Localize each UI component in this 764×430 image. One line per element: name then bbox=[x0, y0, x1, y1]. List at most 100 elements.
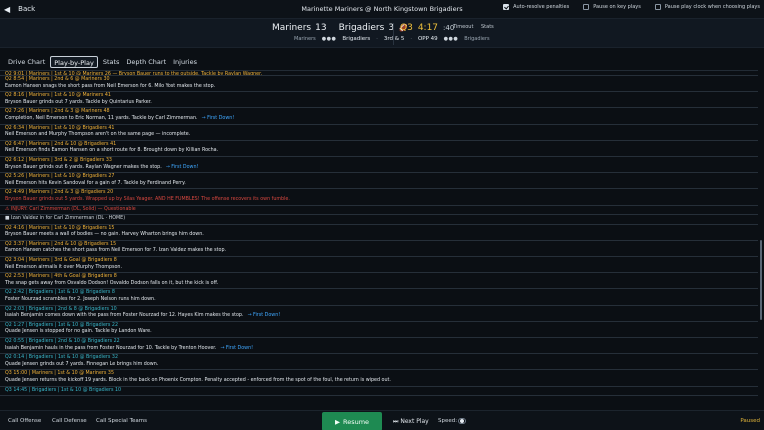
play-description: Completion, Neil Emerson to Eric Norman,… bbox=[5, 116, 754, 123]
toggle-label: Pause play clock when choosing plays bbox=[664, 4, 760, 10]
away-score-name: Mariners bbox=[272, 23, 312, 33]
play-description: Eamon Hansen snags the short pass from N… bbox=[5, 84, 754, 91]
first-down-badge: → First Down! bbox=[247, 313, 281, 319]
pause-on-key-plays-toggle[interactable]: Pause on key plays bbox=[583, 4, 641, 10]
tab-stats[interactable]: Stats bbox=[101, 56, 122, 68]
play-entry: Q2 6:34 | Mariners | 1st & 10 @ Brigadie… bbox=[0, 125, 758, 141]
speed-label: Speed: bbox=[438, 418, 458, 424]
timeout-button[interactable]: Timeout bbox=[453, 24, 473, 30]
injury-notice: ⚠ INJURY: Carl Zimmerman (DL, Solid) — Q… bbox=[0, 206, 758, 216]
play-header: Q2 2:53 | Mariners | 4th & Goal @ Brigad… bbox=[5, 274, 117, 280]
play-description: Bryson Bauer meets a wall of bodies — no… bbox=[5, 232, 754, 239]
tab-injuries[interactable]: Injuries bbox=[171, 56, 199, 68]
clock-time: 4:17 bbox=[417, 23, 439, 33]
play-text: Bryson Bauer grinds out 7 yards. Tackle … bbox=[5, 99, 152, 105]
play-header: Q2 4:49 | Mariners | 2nd & 3 @ Brigadier… bbox=[5, 190, 114, 196]
speed-knob[interactable] bbox=[460, 419, 464, 423]
scoreboard: Mariners 13 Brigadiers 3 🏈 Q3 4:17 :40 T… bbox=[0, 18, 764, 48]
bottom-bar: Call Offense Call Defense Call Special T… bbox=[0, 410, 764, 430]
play-entry: Q2 5:26 | Mariners | 1st & 10 @ Brigadie… bbox=[0, 173, 758, 190]
stats-button[interactable]: Stats bbox=[481, 24, 494, 30]
play-text: Quade Jensen grinds out 7 yards. Finnega… bbox=[5, 361, 159, 367]
checkbox[interactable] bbox=[583, 4, 590, 10]
back-button[interactable]: ◀ Back bbox=[4, 5, 35, 14]
call-defense-button[interactable]: Call Defense bbox=[52, 418, 87, 424]
play-header: Q2 8:16 | Mariners | 1st & 10 @ Mariners… bbox=[5, 93, 111, 99]
play-icon: ▶ bbox=[334, 417, 340, 426]
play-description: Eamon Hansen catches the short pass from… bbox=[5, 248, 754, 255]
play-text: Neil Emerson finds Eamon Hansen on a sho… bbox=[5, 148, 219, 154]
next-play-button[interactable]: ⏭ Next Play bbox=[393, 418, 429, 426]
play-header: Q2 6:12 | Mariners | 3rd & 2 @ Brigadier… bbox=[5, 157, 112, 163]
substitution-notice: ■ Izan Valdez in for Carl Zimmerman (DL … bbox=[0, 215, 758, 225]
away-team-name: Marinette Mariners bbox=[301, 5, 363, 13]
speed-toggle[interactable] bbox=[458, 418, 466, 424]
play-text: The snap gets away from Osvaldo Dodson! … bbox=[5, 280, 219, 286]
play-entry: Q2 4:16 | Mariners | 1st & 10 @ Brigadie… bbox=[0, 225, 758, 241]
play-text: Eamon Hansen snags the short pass from N… bbox=[5, 83, 216, 89]
settings-toggles: Auto-resolve penalties Pause on key play… bbox=[503, 4, 760, 10]
game-situation: Mariners ●●● Brigadiers · 3rd & 5 · OPP … bbox=[294, 36, 490, 42]
play-header: Q3 14:45 | Brigadiers | 1st & 10 @ Briga… bbox=[5, 387, 122, 393]
call-special-teams-button[interactable]: Call Special Teams bbox=[96, 418, 147, 424]
toggle-label: Auto-resolve penalties bbox=[513, 4, 570, 10]
play-entry: Q2 2:42 | Brigadiers | 1st & 10 @ Brigad… bbox=[0, 289, 758, 306]
play-text: Isaiah Benjamin hauls in the pass from F… bbox=[5, 345, 217, 351]
skip-icon: ⏭ bbox=[393, 418, 399, 425]
game-clock: Q3 4:17 :40 bbox=[400, 23, 454, 33]
home-score-name: Brigadiers bbox=[338, 23, 385, 33]
play-entry: Q2 0:55 | Brigadiers | 2nd & 10 @ Brigad… bbox=[0, 338, 758, 355]
play-text: Bryson Bauer grinds out 6 yards. Raylan … bbox=[5, 164, 162, 170]
call-offense-button[interactable]: Call Offense bbox=[8, 418, 41, 424]
away-score: 13 bbox=[315, 23, 327, 33]
play-header: Q2 0:14 | Brigadiers | 1st & 10 @ Brigad… bbox=[5, 355, 119, 361]
away-short-name: Mariners bbox=[294, 36, 316, 42]
play-description: Foster Nourzad scrambles for 2. Joseph N… bbox=[5, 297, 754, 304]
play-text: Neil Emerson airmails it over Murphy Tho… bbox=[5, 264, 122, 270]
tab-depth-chart[interactable]: Depth Chart bbox=[124, 56, 168, 68]
quarter: Q3 bbox=[400, 23, 413, 33]
play-entry: Q2 3:37 | Mariners | 2nd & 10 @ Brigadie… bbox=[0, 241, 758, 258]
home-team-name: North Kingstown Brigadiers bbox=[373, 5, 463, 13]
checkbox[interactable] bbox=[654, 4, 661, 10]
play-header: Q2 5:26 | Mariners | 1st & 10 @ Brigadie… bbox=[5, 174, 115, 180]
play-entry: Q2 7:26 | Mariners | 2nd & 3 @ Mariners … bbox=[0, 108, 758, 125]
play-text: Quade Jensen is stopped for no gain. Tac… bbox=[5, 329, 152, 335]
play-entry: Q2 3:04 | Mariners | 3rd & Goal @ Brigad… bbox=[0, 257, 758, 274]
play-description: Quade Jensen returns the kickoff 19 yard… bbox=[5, 378, 754, 385]
away-timeouts: ●●● bbox=[321, 36, 337, 42]
tab-drive-chart[interactable]: Drive Chart bbox=[6, 56, 47, 68]
play-header: Q2 7:26 | Mariners | 2nd & 3 @ Mariners … bbox=[5, 109, 110, 115]
auto-resolve-penalties-toggle[interactable]: Auto-resolve penalties bbox=[503, 4, 569, 10]
back-label: Back bbox=[18, 5, 36, 13]
down-distance: 3rd & 5 bbox=[383, 36, 405, 42]
next-play-label: Next Play bbox=[400, 418, 429, 425]
checkbox[interactable] bbox=[503, 4, 510, 10]
tab-play-by-play[interactable]: Play-by-Play bbox=[50, 56, 98, 68]
score-line: Mariners 13 Brigadiers 3 🏈 bbox=[272, 23, 408, 33]
play-entry: Q2 8:16 | Mariners | 1st & 10 @ Mariners… bbox=[0, 92, 758, 109]
chevron-left-icon: ◀ bbox=[4, 4, 11, 14]
play-header: Q2 0:55 | Brigadiers | 2nd & 10 @ Brigad… bbox=[5, 339, 120, 344]
play-description: Bryson Bauer grinds out 6 yards. Raylan … bbox=[5, 165, 754, 172]
resume-button[interactable]: ▶ Resume bbox=[322, 412, 382, 430]
play-entry: Q2 4:49 | Mariners | 2nd & 3 @ Brigadier… bbox=[0, 189, 758, 206]
play-description: Quade Jensen grinds out 7 yards. Finnega… bbox=[5, 362, 754, 369]
play-text: Neil Emerson and Murphy Thompson aren't … bbox=[5, 132, 191, 138]
play-text: Isaiah Benjamin comes down with the pass… bbox=[5, 313, 244, 319]
scrollbar-thumb[interactable] bbox=[760, 240, 762, 320]
play-by-play-log[interactable]: Q2 9:01 | Mariners | 1st & 10 @ Mariners… bbox=[0, 70, 758, 410]
play-description: Isaiah Benjamin comes down with the pass… bbox=[5, 313, 754, 320]
first-down-badge: → First Down! bbox=[220, 345, 254, 351]
log-scrollbar[interactable] bbox=[758, 70, 764, 410]
at-symbol: @ bbox=[365, 5, 372, 13]
play-description: Neil Emerson airmails it over Murphy Tho… bbox=[5, 265, 754, 272]
play-description: Bryson Bauer grinds out 5 yards. Wrapped… bbox=[5, 197, 754, 204]
play-text: Bryson Bauer grinds out 5 yards. Wrapped… bbox=[5, 196, 290, 202]
toggle-label: Pause on key plays bbox=[593, 4, 641, 10]
pause-play-clock-toggle[interactable]: Pause play clock when choosing plays bbox=[654, 4, 760, 10]
play-entry: Q3 15:00 | Mariners | 1st & 10 @ Mariner… bbox=[0, 370, 758, 387]
play-entry: Q2 2:03 | Brigadiers | 2nd & 8 @ Brigadi… bbox=[0, 306, 758, 322]
possession-team: Brigadiers bbox=[342, 36, 371, 42]
field-position: OPP 49 bbox=[417, 36, 438, 42]
